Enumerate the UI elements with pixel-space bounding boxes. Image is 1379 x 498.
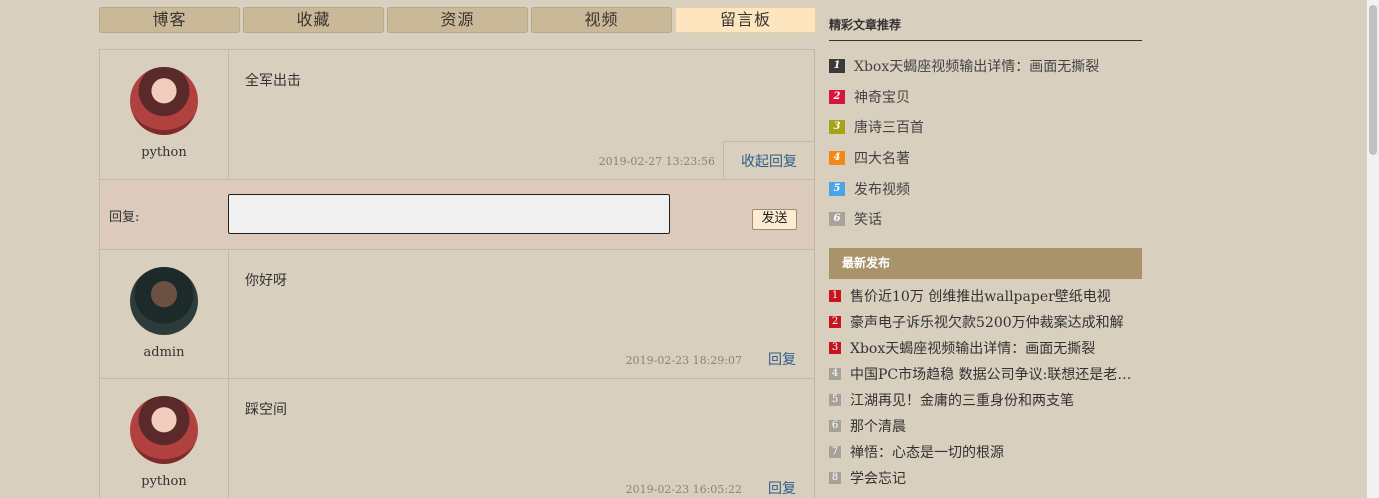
reply-form: 回复: 发送 (100, 180, 814, 250)
comment-list: python 全军出击 2019-02-27 13:23:56 收起回复 回复:… (99, 49, 815, 498)
page-scrollbar[interactable] (1367, 0, 1379, 498)
reply-button[interactable]: 回复 (768, 478, 796, 498)
comment-author: python (100, 379, 229, 498)
rank-badge: 3 (829, 341, 841, 354)
nav-tabs: 博客 收藏 资源 视频 留言板 (99, 7, 816, 33)
rank-badge: 6 (829, 419, 841, 432)
comment-text: 踩空间 (245, 402, 287, 418)
comment-item: python 踩空间 2019-02-23 16:05:22 回复 (100, 379, 814, 498)
latest-title-link[interactable]: 学会忘记 (850, 468, 1140, 488)
comment-author: python (100, 50, 229, 179)
latest-title-link[interactable]: 那个清晨 (850, 416, 1140, 436)
avatar (130, 267, 198, 335)
rank-badge: 4 (829, 367, 841, 380)
recommended-title-link[interactable]: 神奇宝贝 (854, 87, 910, 107)
comment-item: admin 你好呀 2019-02-23 18:29:07 回复 (100, 250, 814, 379)
rank-badge: 2 (829, 89, 845, 104)
comment-meta: 2019-02-27 13:23:56 收起回复 (599, 141, 814, 179)
latest-item[interactable]: 3 Xbox天蝎座视频输出详情：画面无撕裂 (829, 335, 1142, 361)
comment-time: 2019-02-27 13:23:56 (598, 155, 715, 168)
recommended-item[interactable]: 5 发布视频 (829, 173, 1142, 204)
rank-badge: 5 (829, 393, 841, 406)
rank-badge: 5 (829, 181, 845, 196)
reply-input[interactable] (228, 194, 670, 234)
rank-badge: 8 (829, 471, 841, 484)
latest-title: 最新发布 (829, 247, 1142, 279)
tab-message-board[interactable]: 留言板 (675, 7, 816, 33)
collapse-reply-button[interactable]: 收起回复 (723, 141, 814, 179)
rank-badge: 3 (829, 120, 845, 135)
recommended-list: 1 Xbox天蝎座视频输出详情：画面无撕裂 2 神奇宝贝 3 唐诗三百首 4 四大名著 5 发布视… (829, 51, 1142, 235)
latest-list: 1 售价近10万 创维推出wallpaper壁纸电视 2 豪声电子诉乐视欠款5200万… (829, 283, 1142, 498)
reply-label: 回复: (109, 210, 140, 225)
comment-meta: 2019-02-23 18:29:07 回复 (626, 349, 796, 378)
recommended-item[interactable]: 3 唐诗三百首 (829, 112, 1142, 143)
recommended-title: 精彩文章推荐 (829, 7, 1142, 41)
comment-item: python 全军出击 2019-02-27 13:23:56 收起回复 (100, 50, 814, 180)
latest-item[interactable]: 7 禅悟：心态是一切的根源 (829, 439, 1142, 465)
latest-item[interactable]: 2 豪声电子诉乐视欠款5200万仲裁案达成和解 (829, 309, 1142, 335)
rank-badge: 6 (829, 212, 845, 227)
latest-item[interactable]: 5 江湖再见！金庸的三重身份和两支笔 (829, 387, 1142, 413)
recommended-item[interactable]: 6 笑话 (829, 204, 1142, 235)
recommended-item[interactable]: 4 四大名著 (829, 143, 1142, 174)
scrollbar-thumb[interactable] (1369, 5, 1377, 155)
tab-favorites[interactable]: 收藏 (243, 7, 384, 33)
send-button[interactable]: 发送 (752, 209, 797, 230)
recommended-title-link[interactable]: 发布视频 (854, 179, 910, 199)
recommended-title-link[interactable]: 四大名著 (854, 148, 910, 168)
latest-item[interactable]: 6 那个清晨 (829, 413, 1142, 439)
tab-videos[interactable]: 视频 (531, 7, 672, 33)
comment-text: 全军出击 (245, 73, 301, 89)
rank-badge: 2 (829, 315, 841, 328)
sidebar: 精彩文章推荐 1 Xbox天蝎座视频输出详情：画面无撕裂 2 神奇宝贝 3 唐诗三百首 4 四… (829, 7, 1142, 498)
tab-resources[interactable]: 资源 (387, 7, 528, 33)
latest-title-link[interactable]: 禅悟：心态是一切的根源 (850, 442, 1140, 462)
latest-title-link[interactable]: 江湖再见！金庸的三重身份和两支笔 (850, 390, 1140, 410)
latest-item[interactable]: 4 中国PC市场趋稳 数据公司争议:联想还是老大… (829, 361, 1142, 387)
latest-title-link[interactable]: 豪声电子诉乐视欠款5200万仲裁案达成和解 (850, 312, 1140, 332)
recommended-title-link[interactable]: 笑话 (854, 209, 882, 229)
author-name: python (141, 145, 187, 160)
tab-blog[interactable]: 博客 (99, 7, 240, 33)
latest-title-link[interactable]: Xbox天蝎座视频输出详情：画面无撕裂 (850, 338, 1140, 358)
rank-badge: 4 (829, 151, 845, 166)
reply-button[interactable]: 回复 (768, 349, 796, 369)
recommended-title-link[interactable]: 唐诗三百首 (854, 117, 924, 137)
comment-time: 2019-02-23 16:05:22 (625, 483, 742, 496)
comment-body: 全军出击 2019-02-27 13:23:56 收起回复 (229, 50, 814, 179)
latest-item[interactable]: 8 学会忘记 (829, 465, 1142, 491)
latest-item[interactable]: 1 售价近10万 创维推出wallpaper壁纸电视 (829, 283, 1142, 309)
latest-title-link[interactable]: 售价近10万 创维推出wallpaper壁纸电视 (850, 286, 1140, 306)
avatar (130, 67, 198, 135)
author-name: admin (143, 345, 185, 360)
page: 博客 收藏 资源 视频 留言板 python 全军出击 2019-02-27 1… (0, 0, 1379, 498)
comment-body: 你好呀 2019-02-23 18:29:07 回复 (229, 250, 814, 378)
recommended-title-link[interactable]: Xbox天蝎座视频输出详情：画面无撕裂 (854, 56, 1099, 76)
comment-meta: 2019-02-23 16:05:22 回复 (626, 478, 796, 498)
author-name: python (141, 474, 187, 489)
recommended-item[interactable]: 1 Xbox天蝎座视频输出详情：画面无撕裂 (829, 51, 1142, 82)
comment-time: 2019-02-23 18:29:07 (625, 354, 742, 367)
avatar (130, 396, 198, 464)
rank-badge: 7 (829, 445, 841, 458)
recommended-item[interactable]: 2 神奇宝贝 (829, 82, 1142, 113)
rank-badge: 1 (829, 59, 845, 74)
latest-title-link[interactable]: 中国PC市场趋稳 数据公司争议:联想还是老大… (850, 364, 1140, 384)
comment-text: 你好呀 (245, 273, 287, 289)
comment-body: 踩空间 2019-02-23 16:05:22 回复 (229, 379, 814, 498)
rank-badge: 1 (829, 289, 841, 302)
latest-item[interactable]: 9ewerew (829, 491, 1142, 498)
comment-author: admin (100, 250, 229, 378)
